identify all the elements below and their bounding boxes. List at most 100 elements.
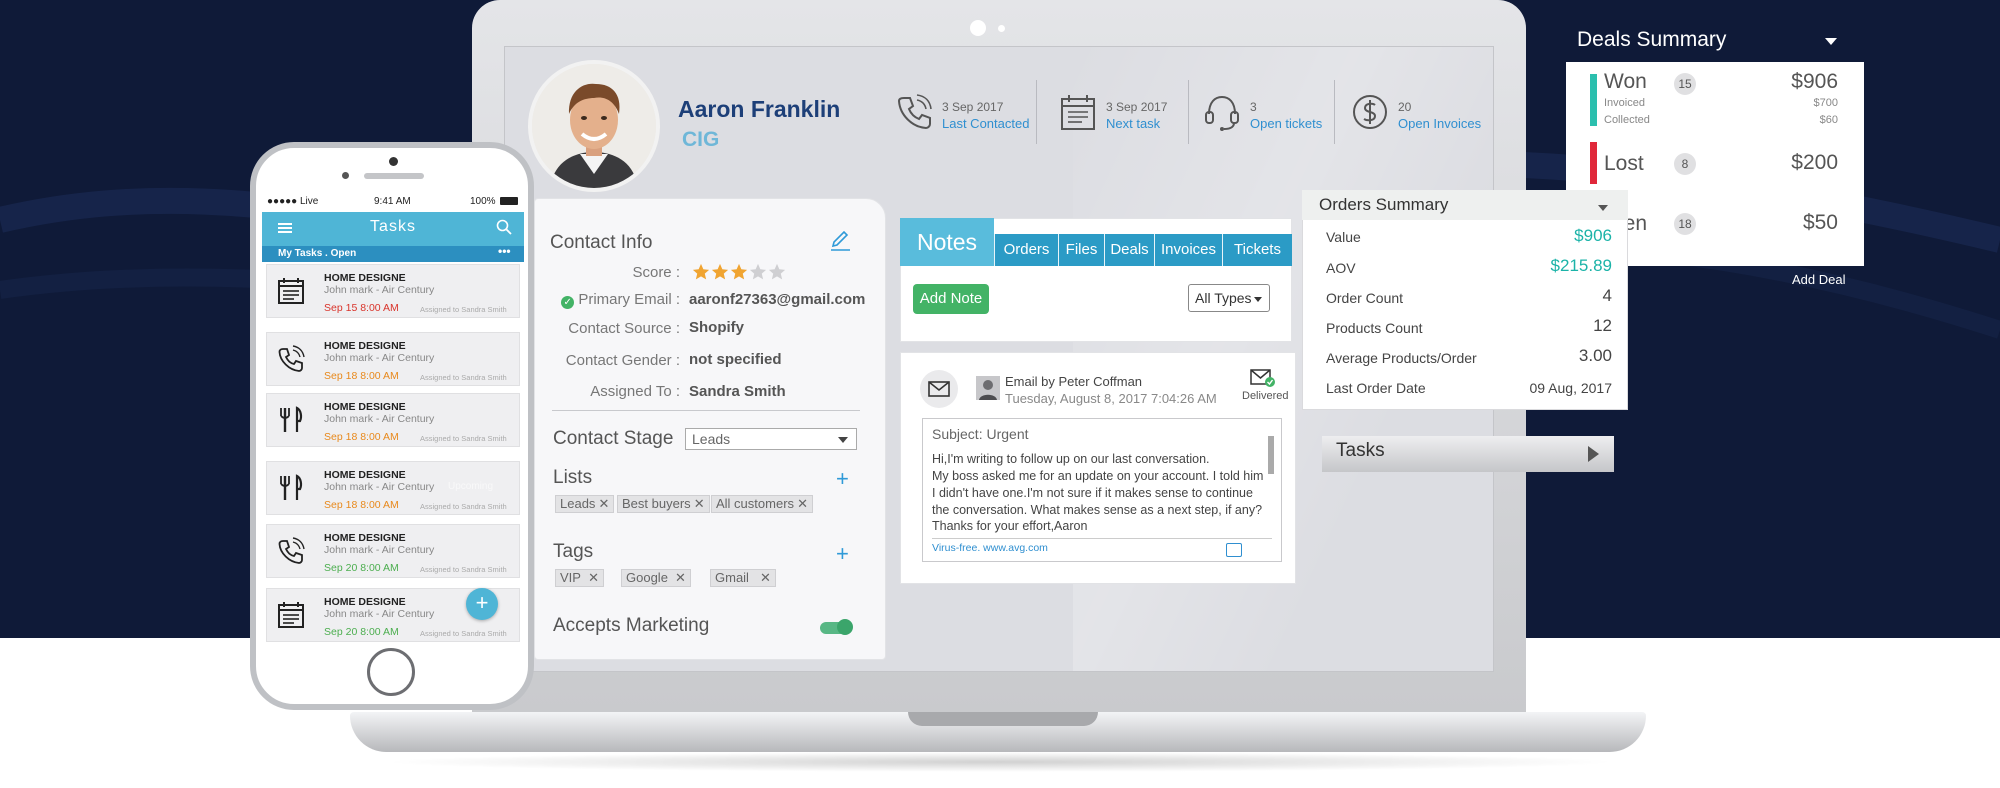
tab-files[interactable]: Files [1058,234,1104,266]
hamburger-icon[interactable] [278,223,292,233]
calendar-icon [1061,95,1095,130]
edit-icon[interactable] [828,228,852,252]
email-line: I didn't have one.I'm not sure if it mak… [932,486,1253,500]
task-title: HOME DESIGNE [324,401,406,413]
deal-collected-label: Collected [1604,114,1650,126]
stat-label[interactable]: Open Invoices [1398,116,1481,131]
email-status: Delivered [1242,390,1289,402]
chevron-down-icon [1254,297,1262,302]
phone-speaker [364,173,424,179]
task-subtitle: John mark - Air Century [324,284,435,296]
add-note-button[interactable]: Add Note [913,284,989,314]
star-icon[interactable] [730,263,748,281]
chevron-down-icon[interactable] [1825,38,1837,45]
contact-stage-value: Leads [692,431,731,447]
more-icon[interactable]: ••• [498,244,511,258]
tags-title: Tags [553,541,594,562]
order-aov-label: AOV [1326,260,1356,276]
carrier-status: ●●●●● Live [267,196,319,207]
task-title: HOME DESIGNE [324,596,406,608]
signature-divider [932,538,1272,539]
task-subtitle: John mark - Air Century [324,352,435,364]
add-list-button[interactable]: + [836,468,849,490]
deal-open-count: 18 [1674,213,1696,235]
task-date: Sep 20 8:00 AM [324,626,399,638]
envelope-icon [928,381,950,397]
chevron-right-icon[interactable] [1588,446,1599,462]
task-date: Sep 18 8:00 AM [324,499,399,511]
order-value-label: Value [1326,229,1361,245]
search-icon[interactable] [496,219,512,235]
email-line: Hi,I'm writing to follow up on our last … [932,452,1210,466]
products-count: 12 [1593,316,1612,335]
headset-icon [1205,95,1239,131]
list-chip[interactable]: Best buyers ✕ [617,495,710,513]
order-count-label: Order Count [1326,290,1404,306]
tab-tickets[interactable]: Tickets [1222,234,1292,266]
close-icon[interactable]: ✕ [675,570,686,586]
close-icon[interactable]: ✕ [694,496,705,512]
dollar-icon [1353,95,1387,129]
close-icon[interactable]: ✕ [588,570,599,586]
phone-home-button[interactable] [367,648,415,696]
order-count: 4 [1602,286,1612,305]
assigned-value[interactable]: Sandra Smith [689,383,786,400]
tag-chip-label: Gmail [715,570,749,585]
stat-label[interactable]: Next task [1106,116,1160,131]
tab-deals[interactable]: Deals [1104,234,1154,266]
tag-chip[interactable]: Gmail ✕ [710,569,776,587]
accepts-marketing-toggle[interactable] [820,619,853,635]
star-icon[interactable] [692,263,710,281]
list-chip[interactable]: Leads ✕ [555,495,615,513]
task-date: Sep 18 8:00 AM [324,431,399,443]
stat-label[interactable]: Open tickets [1250,116,1322,131]
star-icon[interactable] [749,263,767,281]
orders-summary-title: Orders Summary [1319,195,1449,214]
contact-company[interactable]: CIG [682,128,719,152]
chevron-down-icon[interactable] [1598,205,1608,211]
close-icon[interactable]: ✕ [760,570,771,586]
task-title: HOME DESIGNE [324,272,406,284]
contact-stage-select[interactable]: Leads [685,428,857,450]
deal-status-bar-won [1590,74,1597,126]
task-subtitle: John mark - Air Century [324,544,435,556]
email-scrollbar[interactable] [1268,436,1274,474]
task-title: HOME DESIGNE [324,340,406,352]
orders-summary-body [1310,222,1620,406]
add-task-button[interactable]: + [466,588,498,620]
list-chip[interactable]: All customers ✕ [711,495,814,513]
battery-icon [500,197,518,205]
email-signature-link[interactable]: Virus-free. www.avg.com [932,542,1048,554]
tag-chip[interactable]: VIP ✕ [555,569,604,587]
close-icon[interactable]: ✕ [797,496,808,512]
task-assignee: Assigned to Sandra Smith [420,305,507,314]
stat-label[interactable]: Last Contacted [942,116,1029,131]
gender-value: not specified [689,351,782,368]
avg-products-label: Average Products/Order [1326,350,1477,366]
phone-icon [897,94,932,130]
star-icon[interactable] [768,263,786,281]
mobile-filter-label[interactable]: My Tasks . Open [278,248,356,259]
tab-invoices[interactable]: Invoices [1154,234,1222,266]
laptop-notch [908,712,1098,726]
email-value[interactable]: aaronf27363@gmail.com [689,291,865,308]
add-deal-link[interactable]: Add Deal [1792,272,1845,287]
accepts-marketing-title: Accepts Marketing [553,615,710,636]
products-count-label: Products Count [1326,320,1423,336]
star-icon[interactable] [711,263,729,281]
note-type-filter[interactable]: All Types [1188,284,1270,312]
close-icon[interactable]: ✕ [599,496,610,512]
task-date: Sep 15 8:00 AM [324,302,399,314]
tab-notes[interactable]: Notes [900,218,994,266]
list-chip-label: All customers [716,496,795,511]
expand-icon[interactable] [1226,543,1242,557]
tab-orders[interactable]: Orders [994,234,1058,266]
tag-chip-label: VIP [560,570,581,585]
add-tag-button[interactable]: + [836,543,849,565]
tag-chip[interactable]: Google ✕ [621,569,691,587]
upcoming-label: Upcoming [448,481,494,492]
cutlery-icon [280,406,303,432]
email-type-badge [920,370,958,408]
contact-stage-title: Contact Stage [553,428,674,449]
order-value: $906 [1574,226,1612,245]
